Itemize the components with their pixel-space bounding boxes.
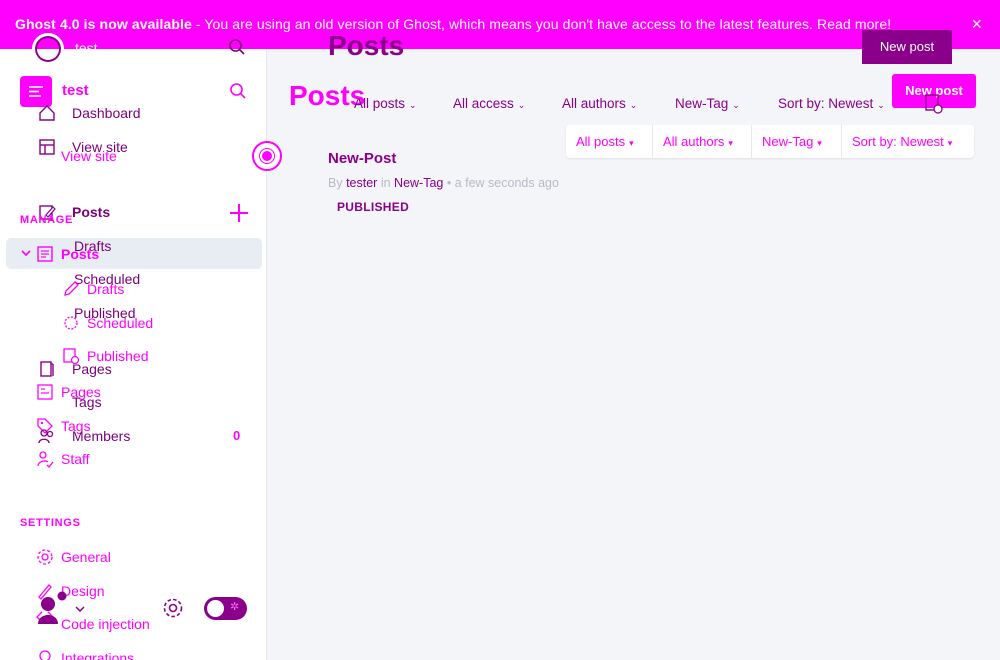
banner-text: - You are using an old version of Ghost,…	[191, 16, 818, 32]
screen-options-icon[interactable]	[925, 94, 943, 119]
banner-message: Ghost 4.0 is now available - You are usi…	[15, 16, 891, 32]
gear-icon	[36, 548, 54, 571]
nav-pages-back[interactable]: Pages	[72, 361, 112, 377]
pencil-icon	[62, 280, 80, 303]
nav-dashboard[interactable]: Dashboard	[72, 105, 141, 121]
nav-posts-back[interactable]: Posts	[72, 204, 110, 220]
chevron-down-icon[interactable]	[20, 246, 32, 264]
update-banner: Ghost 4.0 is now available - You are usi…	[0, 0, 1000, 49]
search-icon[interactable]	[228, 38, 246, 61]
site-logo[interactable]	[20, 76, 52, 107]
nav-general[interactable]: General	[61, 549, 111, 565]
nav-staff[interactable]: Staff	[61, 451, 90, 467]
members-count: 0	[233, 428, 241, 443]
filter-sort-back[interactable]: Sort by: Newest ⌄	[778, 96, 885, 111]
integrations-icon	[36, 647, 54, 660]
nav-integrations[interactable]: Integrations	[61, 650, 134, 660]
filter-all-posts-back[interactable]: All posts ⌄	[354, 96, 417, 111]
site-name[interactable]: test	[62, 82, 89, 99]
plus-icon[interactable]	[229, 203, 249, 228]
post-title[interactable]: New-Post	[328, 150, 396, 167]
nav-view-site[interactable]: View site	[61, 148, 117, 164]
post-meta: By tester in New-Tag • a few seconds ago	[328, 176, 559, 190]
filter-all-access-back[interactable]: All access ⌄	[453, 96, 525, 111]
chevron-down-icon[interactable]	[74, 602, 86, 620]
nav-scheduled[interactable]: Scheduled	[87, 315, 153, 331]
filter-all-authors-back[interactable]: All authors ⌄	[562, 96, 637, 111]
page-title-back: Posts	[328, 30, 405, 61]
post-author: tester	[346, 176, 378, 190]
post-time: • a few seconds ago	[446, 176, 559, 190]
nav-drafts-back[interactable]: Drafts	[74, 238, 111, 254]
pages-icon	[36, 383, 54, 406]
pages-icon	[38, 360, 56, 383]
gear-icon[interactable]	[162, 597, 184, 624]
site-logo-ring[interactable]	[32, 33, 64, 65]
nav-drafts[interactable]: Drafts	[87, 281, 124, 297]
clock-icon	[62, 314, 80, 337]
members-icon	[38, 427, 56, 450]
staff-icon	[36, 450, 54, 473]
theme-switch-icon[interactable]	[252, 141, 282, 171]
dark-mode-toggle[interactable]: ✲	[204, 597, 247, 620]
status-badge: PUBLISHED	[337, 200, 410, 214]
settings-header: SETTINGS	[20, 517, 81, 529]
filter-tag-back[interactable]: New-Tag ⌄	[675, 96, 740, 111]
avatar-icon[interactable]	[36, 590, 70, 631]
search-icon[interactable]	[229, 82, 247, 105]
post-tag: New-Tag	[394, 176, 444, 190]
nav-tags-back[interactable]: Tags	[72, 394, 102, 410]
new-post-button-back[interactable]: New post	[862, 30, 952, 64]
home-icon	[38, 104, 56, 127]
post-list-item[interactable]: New-Post By tester in New-Tag • a few se…	[328, 150, 928, 220]
site-name-back[interactable]: test	[75, 40, 98, 56]
nav-members[interactable]: Members	[72, 428, 130, 444]
view-site-icon	[38, 138, 56, 161]
banner-close-icon[interactable]: ×	[971, 14, 982, 35]
manage-header: MANAGE	[20, 214, 74, 226]
banner-title: Ghost 4.0 is now available	[15, 16, 192, 32]
posts-icon	[36, 245, 54, 268]
